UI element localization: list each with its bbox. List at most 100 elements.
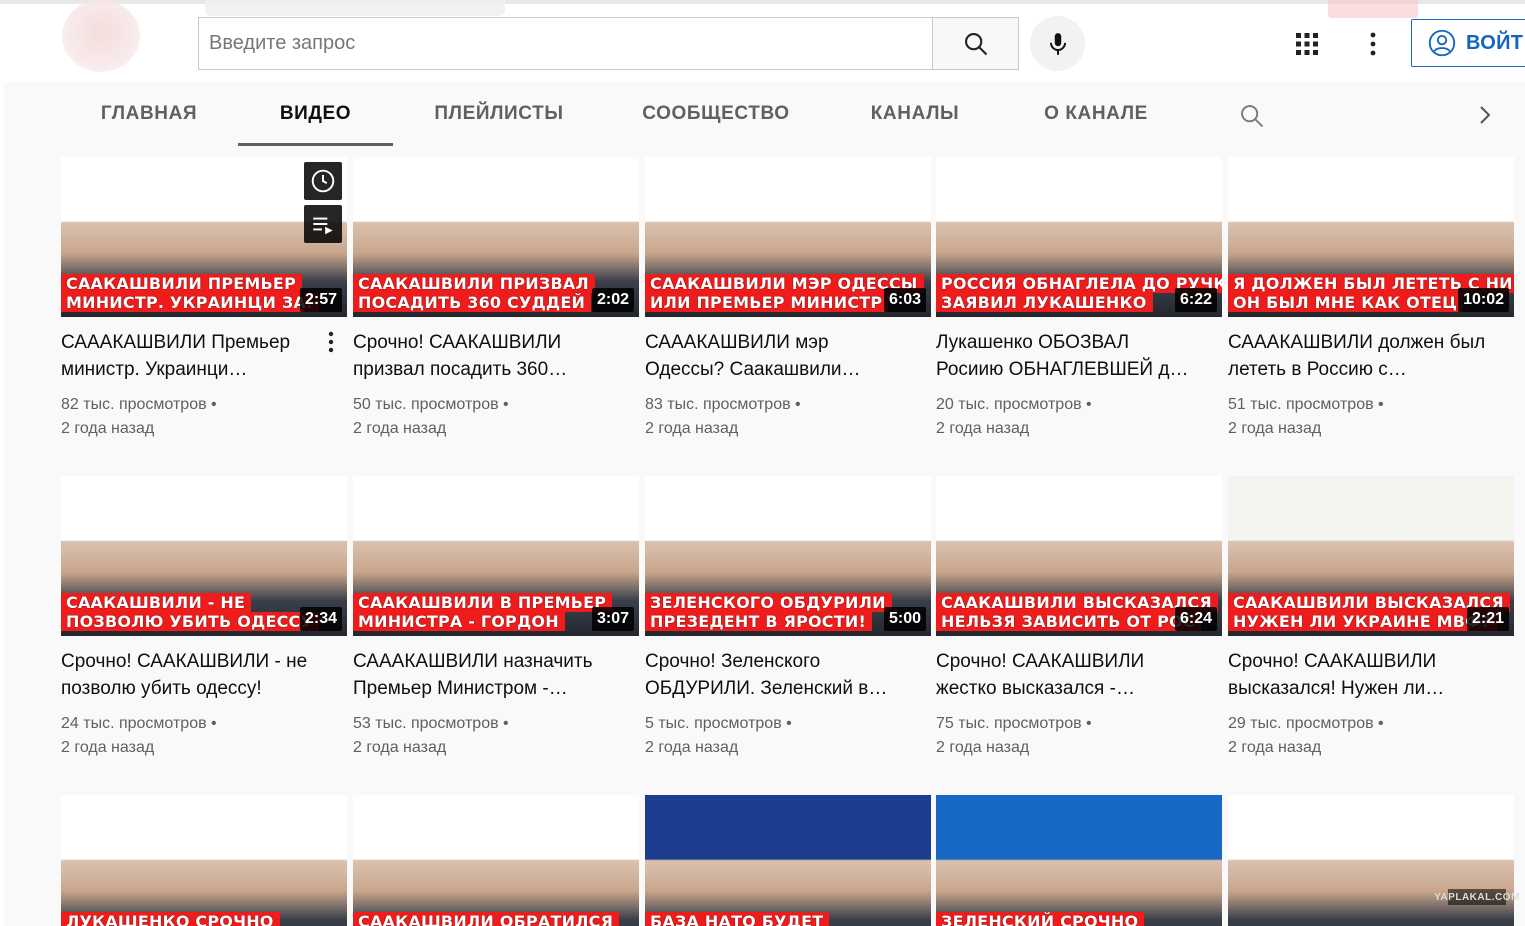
video-card[interactable]: ЗЕЛЕНСКИЙ СРОЧНООБРАТИЛСЯ К УКРАИНЦАМ — [936, 795, 1222, 926]
video-title[interactable]: САААКАШВИЛИ должен был лететь в Россию с… — [1228, 329, 1514, 383]
view-count: 82 тыс. просмотров • — [61, 393, 347, 417]
video-thumbnail[interactable]: ЛУКАШЕНКО СРОЧНООБРАТИЛСЯ К ЗЕЛЕНСКОМУ — [61, 795, 347, 926]
video-thumbnail[interactable]: СААКАШВИЛИ - НЕ ПОЗВОЛЮ УБИТЬ ОДЕССУ 2:34 — [61, 476, 347, 636]
video-thumbnail[interactable]: СААКАШВИЛИ ВЫСКАЗАЛСЯ НУЖЕН ЛИ УКРАИНЕ МВ… — [1228, 476, 1514, 636]
video-card[interactable]: СААКАШВИЛИ - НЕ ПОЗВОЛЮ УБИТЬ ОДЕССУ 2:34 С… — [61, 476, 347, 760]
separator-dot: • — [1081, 715, 1092, 732]
search-field[interactable] — [198, 17, 934, 70]
apps-grid-icon — [1296, 33, 1318, 55]
video-title[interactable]: САААКАШВИЛИ назначить Премьер Министром … — [353, 648, 639, 702]
separator-dot: • — [790, 396, 801, 413]
view-count-text: 5 тыс. просмотров — [645, 715, 782, 732]
video-title[interactable]: САААКАШВИЛИ Премьер министр. Украинци… — [61, 329, 347, 383]
tab-channels[interactable]: КАНАЛЫ — [850, 82, 980, 146]
masthead: ВОЙТ — [0, 0, 1525, 82]
channel-search-button[interactable] — [1235, 99, 1269, 133]
video-card[interactable]: ЛУКАШЕНКО СРОЧНООБРАТИЛСЯ К ЗЕЛЕНСКОМУ — [61, 795, 347, 926]
upload-age: 2 года назад — [61, 420, 155, 437]
upload-age: 2 года назад — [645, 420, 739, 437]
search-button[interactable] — [932, 17, 1019, 70]
duration-badge: 10:02 — [1458, 288, 1509, 312]
view-count-text: 29 тыс. просмотров — [1228, 715, 1374, 732]
view-count: 50 тыс. просмотров • — [353, 393, 639, 417]
thumbnail-image — [645, 795, 931, 926]
video-thumbnail[interactable]: СААКАШВИЛИ КРУЧЕ — [1228, 795, 1514, 926]
separator-dot: • — [781, 715, 792, 732]
video-thumbnail[interactable]: СААКАШВИЛИ В ПРЕМЬЕР МИНИСТРА - ГОРДОН 3:0… — [353, 476, 639, 636]
video-title[interactable]: Срочно! Зеленского ОБДУРИЛИ. Зеленский в… — [645, 648, 931, 702]
video-title[interactable]: Срочно! СААКАШВИЛИ - не позволю убить од… — [61, 648, 347, 702]
video-metadata: 51 тыс. просмотров • 2 года назад — [1228, 393, 1514, 441]
separator-dot: • — [1373, 715, 1384, 732]
video-card[interactable]: Я ДОЛЖЕН БЫЛ ЛЕТЕТЬ С НИМ ОН БЫЛ МНЕ КАК … — [1228, 157, 1514, 441]
view-count: 5 тыс. просмотров • — [645, 712, 931, 736]
video-metadata: 53 тыс. просмотров • 2 года назад — [353, 712, 639, 760]
upload-age: 2 года назад — [645, 739, 739, 756]
add-to-queue-button[interactable] — [304, 205, 342, 243]
video-card[interactable]: СААКАШВИЛИ МЭР ОДЕССЫ ИЛИ ПРЕМЬЕР МИНИСТР… — [645, 157, 931, 441]
settings-more-button[interactable] — [1356, 27, 1390, 61]
video-thumbnail[interactable]: РОССИЯ ОБНАГЛЕЛА ДО РУЧКИ ЗАЯВИЛ ЛУКАШЕНК… — [936, 157, 1222, 317]
tabs-scroll-right-button[interactable] — [1470, 100, 1500, 130]
video-thumbnail[interactable]: СААКАШВИЛИ ОБРАТИЛСЯК ПРАВИТЕЛЬСТВУ УКРА… — [353, 795, 639, 926]
video-title[interactable]: Срочно! СААКАШВИЛИ призвал посадить 360… — [353, 329, 639, 383]
tab-community[interactable]: СООБЩЕСТВО — [626, 82, 806, 146]
search-input[interactable] — [209, 32, 934, 55]
thumbnail-caption-line1: СААКАШВИЛИ В ПРЕМЬЕР — [353, 593, 613, 612]
sign-in-label: ВОЙТ — [1466, 31, 1524, 54]
video-title[interactable]: Срочно! СААКАШВИЛИ жестко высказался -… — [936, 648, 1222, 702]
video-thumbnail[interactable]: СААКАШВИЛИ ВЫСКАЗАЛСЯ НЕЛЬЗЯ ЗАВИСИТЬ ОТ … — [936, 476, 1222, 636]
duration-badge: 2:21 — [1466, 607, 1509, 631]
video-thumbnail[interactable]: ЗЕЛЕНСКОГО ОБДУРИЛИ ПРЕЗЕДЕНТ В ЯРОСТИ! 5:… — [645, 476, 931, 636]
video-title[interactable]: Срочно! СААКАШВИЛИ высказался! Нужен ли… — [1228, 648, 1514, 702]
thumbnail-caption-line1: ЗЕЛЕНСКОГО ОБДУРИЛИ — [645, 593, 892, 612]
tab-playlists[interactable]: ПЛЕЙЛИСТЫ — [414, 82, 584, 146]
video-card[interactable]: СААКАШВИЛИ КРУЧЕ — [1228, 795, 1514, 926]
video-card[interactable]: СААКАШВИЛИ ВЫСКАЗАЛСЯ НЕЛЬЗЯ ЗАВИСИТЬ ОТ … — [936, 476, 1222, 760]
video-card[interactable]: РОССИЯ ОБНАГЛЕЛА ДО РУЧКИ ЗАЯВИЛ ЛУКАШЕНК… — [936, 157, 1222, 441]
video-card[interactable]: СААКАШВИЛИ ПРИЗВАЛ ПОСАДИТЬ 360 СУДДЕЙ 2:0… — [353, 157, 639, 441]
sign-in-button[interactable]: ВОЙТ — [1411, 19, 1525, 67]
video-card[interactable]: СААКАШВИЛИ ПРЕМЬЕР МИНИСТР. УКРАИНЦИ ЗА! 2… — [61, 157, 347, 441]
voice-search-button[interactable] — [1030, 16, 1085, 71]
view-count: 75 тыс. просмотров • — [936, 712, 1222, 736]
duration-badge: 2:02 — [591, 288, 634, 312]
channel-logo[interactable] — [62, 0, 140, 72]
video-thumbnail[interactable]: Я ДОЛЖЕН БЫЛ ЛЕТЕТЬ С НИМ ОН БЫЛ МНЕ КАК … — [1228, 157, 1514, 317]
clock-icon — [311, 169, 335, 193]
view-count: 83 тыс. просмотров • — [645, 393, 931, 417]
upload-age: 2 года назад — [1228, 420, 1322, 437]
separator-dot: • — [1081, 396, 1092, 413]
video-thumbnail[interactable]: СААКАШВИЛИ ПРИЗВАЛ ПОСАДИТЬ 360 СУДДЕЙ 2:0… — [353, 157, 639, 317]
video-card[interactable]: ЗЕЛЕНСКОГО ОБДУРИЛИ ПРЕЗЕДЕНТ В ЯРОСТИ! 5:… — [645, 476, 931, 760]
thumbnail-caption-line1: СААКАШВИЛИ ПРЕМЬЕР — [61, 274, 302, 293]
view-count: 53 тыс. просмотров • — [353, 712, 639, 736]
video-thumbnail[interactable]: СААКАШВИЛИ ПРЕМЬЕР МИНИСТР. УКРАИНЦИ ЗА! 2… — [61, 157, 347, 317]
upload-age: 2 года назад — [353, 420, 447, 437]
apps-button[interactable] — [1290, 27, 1324, 61]
video-thumbnail[interactable]: ЗЕЛЕНСКИЙ СРОЧНООБРАТИЛСЯ К УКРАИНЦАМ — [936, 795, 1222, 926]
tab-videos[interactable]: ВИДЕО — [238, 82, 393, 146]
thumbnail-image — [1228, 795, 1514, 926]
duration-badge: 6:22 — [1174, 288, 1217, 312]
subscribe-button-faded[interactable] — [1328, 0, 1418, 18]
video-card[interactable]: СААКАШВИЛИ ВЫСКАЗАЛСЯ НУЖЕН ЛИ УКРАИНЕ МВ… — [1228, 476, 1514, 760]
thumbnail-caption-line2: ЗАЯВИЛ ЛУКАШЕНКО — [936, 293, 1153, 312]
video-thumbnail[interactable]: БАЗА НАТО БУДЕТВ МАРИУПОЛЕ — [645, 795, 931, 926]
separator-dot: • — [498, 396, 509, 413]
view-count: 29 тыс. просмотров • — [1228, 712, 1514, 736]
more-vert-icon — [328, 331, 334, 353]
separator-dot: • — [1373, 396, 1384, 413]
tab-about[interactable]: О КАНАЛЕ — [1024, 82, 1168, 146]
video-thumbnail[interactable]: СААКАШВИЛИ МЭР ОДЕССЫ ИЛИ ПРЕМЬЕР МИНИСТР… — [645, 157, 931, 317]
video-card[interactable]: БАЗА НАТО БУДЕТВ МАРИУПОЛЕ — [645, 795, 931, 926]
video-title[interactable]: САААКАШВИЛИ мэр Одессы? Саакашвили… — [645, 329, 931, 383]
video-menu-button[interactable] — [321, 329, 341, 355]
video-title[interactable]: Лукашенко ОБОЗВАЛ Росиию ОБНАГЛЕВШЕЙ д… — [936, 329, 1222, 383]
video-card[interactable]: СААКАШВИЛИ В ПРЕМЬЕР МИНИСТРА - ГОРДОН 3:0… — [353, 476, 639, 760]
separator-dot: • — [206, 396, 217, 413]
watch-later-button[interactable] — [304, 162, 342, 200]
tab-home[interactable]: ГЛАВНАЯ — [82, 82, 216, 146]
video-card[interactable]: СААКАШВИЛИ ОБРАТИЛСЯК ПРАВИТЕЛЬСТВУ УКРА… — [353, 795, 639, 926]
separator-dot: • — [498, 715, 509, 732]
